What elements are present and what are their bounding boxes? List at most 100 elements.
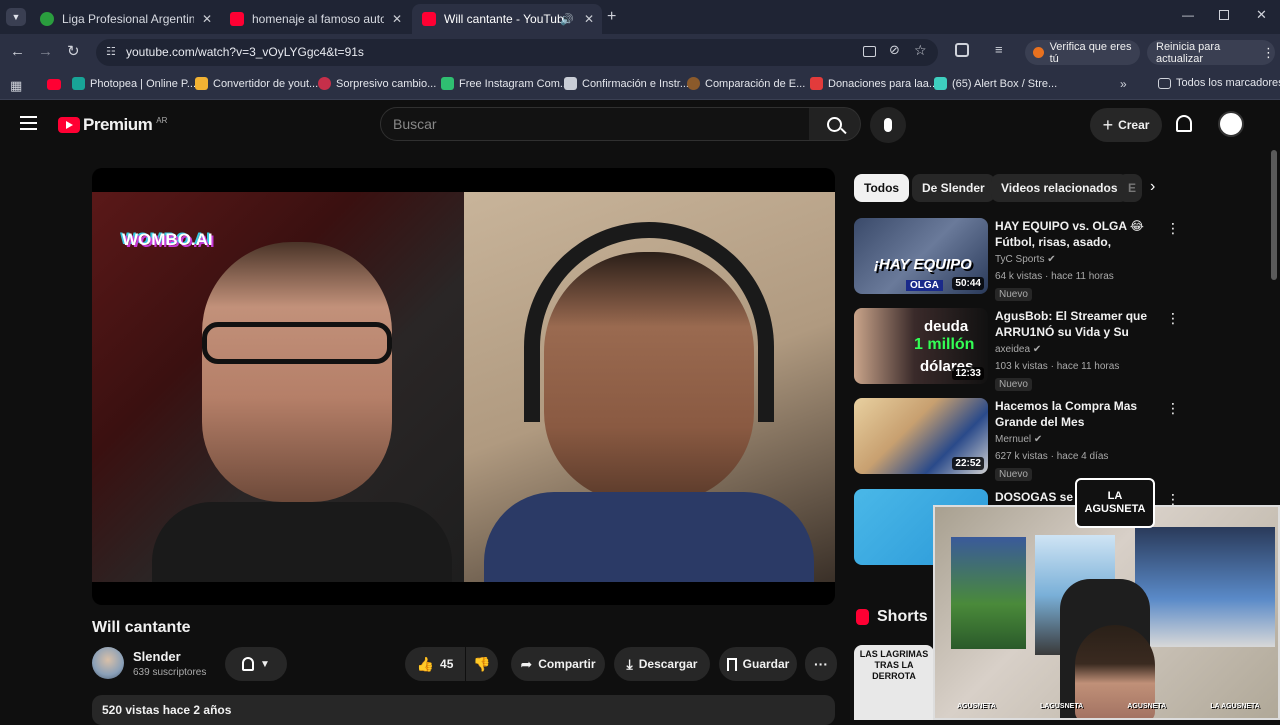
kebab-menu-icon[interactable]: ⋮	[1166, 220, 1180, 237]
video-title[interactable]: AgusBob: El Streamer que ARRU1NÓ su Vida…	[995, 308, 1157, 342]
bookmark-donaciones[interactable]: Donaciones para laa...	[810, 77, 938, 90]
avatar[interactable]	[1218, 111, 1244, 137]
search-button[interactable]	[809, 107, 861, 141]
person-face	[202, 242, 392, 502]
verify-button[interactable]: Verifica que eres tú	[1025, 40, 1140, 65]
youtube-logo[interactable]: Premium AR	[58, 115, 167, 135]
thumbnail-headline: ¡HAY EQUIPO	[874, 256, 972, 273]
close-tab-icon[interactable]: ✕	[584, 12, 594, 26]
create-button[interactable]: + Crear	[1090, 108, 1162, 142]
thumbnail-text-millon: 1 millón	[914, 336, 975, 353]
channel-name[interactable]: axeidea ✔	[995, 344, 1041, 355]
extensions-icon[interactable]	[955, 43, 969, 57]
notifications-bell-icon[interactable]	[1176, 115, 1192, 132]
subscription-bell-button[interactable]: ▼	[225, 647, 287, 681]
tab-homenaje[interactable]: homenaje al famoso autohost a ✕	[220, 4, 410, 34]
bookmark-instagram[interactable]: Free Instagram Com...	[441, 77, 569, 90]
dislike-button[interactable]: 👎	[466, 647, 498, 681]
video-frame-right	[464, 192, 835, 582]
video-title[interactable]: HAY EQUIPO vs. OLGA 😂 Fútbol, risas, asa…	[995, 218, 1157, 252]
plus-icon: +	[1102, 114, 1114, 135]
eye-off-icon[interactable]: ⊘	[889, 42, 900, 58]
w-icon	[441, 77, 454, 90]
chip-label: Todos	[864, 181, 900, 195]
chip-videos-relacionados[interactable]: Videos relacionados	[991, 174, 1128, 202]
video-thumbnail[interactable]: ¡HAY EQUIPO OLGA 50:44	[854, 218, 988, 294]
all-bookmarks-folder[interactable]: Todos los marcadores	[1158, 77, 1280, 89]
bookmark-photopea[interactable]: Photopea | Online P...	[72, 77, 196, 90]
youtube-bookmark-icon[interactable]	[47, 79, 61, 90]
download-icon: ⤓	[626, 655, 633, 672]
kebab-menu-icon[interactable]: ⋮	[1262, 45, 1275, 61]
alertbox-icon	[934, 77, 947, 90]
tab-liga-profesional[interactable]: Liga Profesional Argentina - PO ✕	[30, 4, 220, 34]
close-tab-icon[interactable]: ✕	[202, 12, 212, 26]
video-thumbnail[interactable]: 22:52	[854, 398, 988, 474]
channel-name[interactable]: Slender	[133, 649, 181, 664]
bookmark-alertbox[interactable]: (65) Alert Box / Stre...	[934, 77, 1057, 90]
video-title[interactable]: Hacemos la Compra Mas Grande del Mes	[995, 398, 1157, 430]
channel-name[interactable]: Mernuel ✔	[995, 434, 1042, 445]
cast-icon[interactable]	[863, 46, 876, 57]
apps-grid-icon[interactable]: ▦	[10, 78, 22, 94]
restore-icon[interactable]	[1219, 10, 1229, 20]
like-button[interactable]: 👍 45	[405, 647, 465, 681]
media-queue-icon[interactable]: ≡	[995, 42, 1003, 57]
share-button[interactable]: ➦ Compartir	[511, 647, 605, 681]
download-button[interactable]: ⤓ Descargar	[614, 647, 710, 681]
chip-todos[interactable]: Todos	[854, 174, 910, 202]
socials-bar: AGUSNETA LAGUSNETA AGUSNETA LA AGUSNETA	[935, 697, 1278, 715]
recommendation-item[interactable]: ¡HAY EQUIPO OLGA 50:44 HAY EQUIPO vs. OL…	[854, 218, 1180, 302]
url-text[interactable]: youtube.com/watch?v=3_vOyLYGgc4&t=91s	[126, 45, 364, 59]
bookmark-star-icon[interactable]: ☆	[914, 42, 927, 59]
chips-next-chevron-icon[interactable]: ›	[1150, 178, 1155, 196]
poster-celebration	[1135, 527, 1275, 647]
tab-will-cantante[interactable]: Will cantante - YouTube 🔊 ✕	[412, 4, 602, 34]
search-input[interactable]: Buscar	[380, 107, 810, 141]
recommendation-item[interactable]: deuda 1 millón dólares 12:33 AgusBob: El…	[854, 308, 1180, 392]
more-actions-button[interactable]: ···	[805, 647, 837, 681]
bookmark-confirmacion[interactable]: Confirmación e Instr...	[564, 77, 689, 90]
short-thumbnail-text: LAS LAGRIMAS TRAS LA DERROTA	[859, 649, 929, 681]
new-tab-icon[interactable]: +	[607, 8, 616, 26]
site-info-icon[interactable]: ☷	[106, 45, 116, 58]
description-box[interactable]: 520 vistas hace 2 años	[92, 695, 835, 725]
bookmark-label: Confirmación e Instr...	[582, 77, 689, 90]
kebab-menu-icon[interactable]: ⋮	[1166, 310, 1180, 327]
short-thumbnail[interactable]: LAS LAGRIMAS TRAS LA DERROTA	[854, 645, 934, 720]
video-meta: 103 k vistas · hace 11 horas	[995, 361, 1120, 372]
page-scrollbar[interactable]	[1271, 150, 1277, 280]
chip-de-slender[interactable]: De Slender	[912, 174, 995, 202]
bookmark-comparacion[interactable]: Comparación de E...	[687, 77, 805, 90]
video-title: Will cantante	[92, 619, 191, 636]
close-tab-icon[interactable]: ✕	[392, 12, 402, 26]
channel-name[interactable]: TyC Sports ✔	[995, 254, 1056, 265]
bookmark-convertidor[interactable]: Convertidor de yout...	[195, 77, 318, 90]
chip-partial[interactable]: E	[1118, 174, 1142, 202]
like-count: 45	[440, 657, 454, 671]
channel-avatar[interactable]	[92, 647, 124, 679]
address-bar[interactable]: ☷ youtube.com/watch?v=3_vOyLYGgc4&t=91s …	[96, 39, 938, 66]
browser-tab-bar: ▼ Liga Profesional Argentina - PO ✕ home…	[0, 0, 1280, 34]
tab-list-icon[interactable]: ▼	[6, 8, 26, 26]
x-handle: LAGUSNETA	[1040, 702, 1084, 710]
close-window-icon[interactable]: ✕	[1256, 7, 1267, 23]
youtube-handle: LA AGUSNETA	[1210, 702, 1260, 710]
video-player[interactable]: WOMBO.AI	[92, 168, 835, 605]
bookmark-sorpresivo[interactable]: Sorpresivo cambio...	[318, 77, 436, 90]
save-button[interactable]: Guardar	[719, 647, 797, 681]
hamburger-menu-icon[interactable]	[20, 116, 37, 130]
back-icon[interactable]: ←	[10, 43, 25, 60]
save-label: Guardar	[742, 657, 790, 671]
restart-update-button[interactable]: Reinicia para actualizar ⋮	[1147, 40, 1275, 65]
minimize-icon[interactable]: —	[1182, 8, 1194, 22]
kebab-menu-icon[interactable]: ⋮	[1166, 400, 1180, 417]
recommendation-item[interactable]: 22:52 Hacemos la Compra Mas Grande del M…	[854, 398, 1180, 482]
forward-icon[interactable]: →	[38, 43, 53, 60]
more-bookmarks-icon[interactable]: »	[1120, 77, 1127, 91]
speaker-icon[interactable]: 🔊	[560, 13, 574, 26]
video-frame-left: WOMBO.AI	[92, 192, 464, 582]
reload-icon[interactable]: ↻	[67, 42, 80, 60]
video-thumbnail[interactable]: deuda 1 millón dólares 12:33	[854, 308, 988, 384]
voice-search-button[interactable]	[870, 107, 906, 143]
